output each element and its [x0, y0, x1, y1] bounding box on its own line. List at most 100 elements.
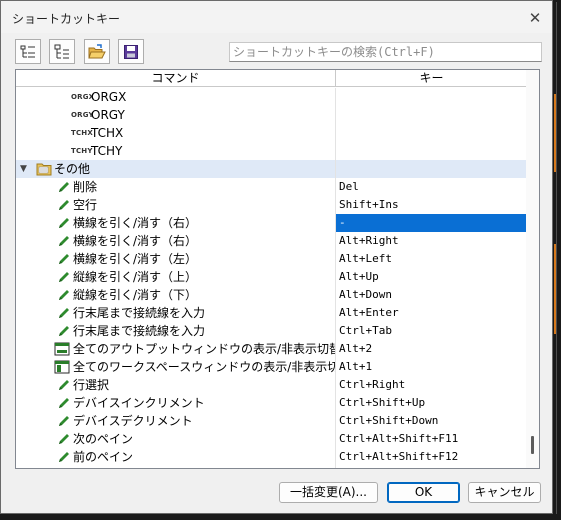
- key-cell[interactable]: Ctrl+Shift+Up: [336, 394, 527, 412]
- command-cell: 前のペイン: [16, 448, 336, 466]
- table-row[interactable]: デバイスインクリメント Ctrl+Shift+Up: [16, 394, 527, 412]
- table-row[interactable]: 削除 Del: [16, 178, 527, 196]
- search-input[interactable]: ショートカットキーの検索(Ctrl+F): [229, 42, 542, 62]
- key-cell[interactable]: Alt+Left: [336, 250, 527, 268]
- pencil-icon: [59, 272, 69, 282]
- pencil-icon: [59, 326, 69, 336]
- command-prefix-icon: TCHY: [71, 147, 93, 155]
- key-cell[interactable]: -: [336, 214, 527, 232]
- key-cell[interactable]: Del: [336, 178, 527, 196]
- command-cell: 行末尾まで接続線を入力: [16, 322, 336, 340]
- command-prefix-icon: TCHX: [71, 129, 93, 137]
- table-header: コマンド キー: [16, 70, 527, 87]
- expand-tree-icon: [20, 45, 35, 57]
- command-label: 縦線を引く/消す（上）: [73, 270, 198, 284]
- open-file-button[interactable]: [84, 39, 110, 64]
- group-row[interactable]: ▼ その他: [16, 160, 527, 178]
- collapse-tree-icon: [54, 44, 69, 58]
- table-row[interactable]: 縦線を引く/消す（上） Alt+Up: [16, 268, 527, 286]
- title-bar: ショートカットキー ✕: [1, 1, 552, 33]
- key-cell[interactable]: [336, 106, 527, 124]
- command-label: 全てのワークスペースウィンドウの表示/非表示切替: [73, 360, 336, 374]
- command-cell: 行末尾まで接続線を入力: [16, 304, 336, 322]
- command-label: 横線を引く/消す（右）: [73, 216, 198, 230]
- background-divider: [556, 2, 557, 514]
- key-cell[interactable]: Ctrl+Tab: [336, 322, 527, 340]
- key-cell[interactable]: Ctrl+Shift+Down: [336, 412, 527, 430]
- table-row[interactable]: 行末尾まで接続線を入力 Alt+Enter: [16, 304, 527, 322]
- table-row[interactable]: 横線を引く/消す（右） Alt+Right: [16, 232, 527, 250]
- save-button[interactable]: [118, 39, 144, 64]
- command-cell: 削除: [16, 178, 336, 196]
- command-cell: 空行: [16, 196, 336, 214]
- command-cell: TCHY TCHY: [16, 142, 336, 160]
- command-label: ウィンドウの切り替え: [73, 466, 193, 468]
- key-cell[interactable]: Alt+F6: [336, 466, 527, 468]
- key-cell[interactable]: Alt+1: [336, 358, 527, 376]
- table-row[interactable]: 横線を引く/消す（左） Alt+Left: [16, 250, 527, 268]
- cancel-button[interactable]: キャンセル: [468, 482, 541, 503]
- table-row[interactable]: 行選択 Ctrl+Right: [16, 376, 527, 394]
- table-row[interactable]: ORGX ORGX: [16, 88, 527, 106]
- table-row[interactable]: ORGY ORGY: [16, 106, 527, 124]
- command-label: 削除: [73, 180, 98, 194]
- key-cell[interactable]: Alt+Down: [336, 286, 527, 304]
- column-header-command[interactable]: コマンド: [16, 70, 336, 87]
- table-row[interactable]: 横線を引く/消す（右） -: [16, 214, 527, 232]
- command-label: 全てのアウトプットウィンドウの表示/非表示切替: [73, 342, 336, 356]
- shortcut-key-dialog: ショートカットキー ✕ ショートカットキーの検索(Ctrl+F) コマンド キー…: [0, 0, 553, 514]
- table-row[interactable]: 縦線を引く/消す（下） Alt+Down: [16, 286, 527, 304]
- table-row[interactable]: TCHY TCHY: [16, 142, 527, 160]
- bulk-change-button[interactable]: 一括変更(A)...: [279, 482, 378, 503]
- workspace-window-icon: [54, 360, 70, 374]
- command-label: 次のペイン: [73, 432, 134, 446]
- command-label: デバイスデクリメント: [73, 414, 193, 428]
- key-cell[interactable]: Ctrl+Right: [336, 376, 527, 394]
- key-cell[interactable]: [336, 124, 527, 142]
- key-cell[interactable]: Ctrl+Alt+Shift+F12: [336, 448, 527, 466]
- command-label: 行選択: [73, 378, 110, 392]
- pencil-icon: [59, 308, 69, 318]
- key-cell[interactable]: Alt+Right: [336, 232, 527, 250]
- command-label: TCHY: [91, 144, 123, 158]
- table-row[interactable]: 次のペイン Ctrl+Alt+Shift+F11: [16, 430, 527, 448]
- key-cell[interactable]: Ctrl+Alt+Shift+F11: [336, 430, 527, 448]
- key-cell[interactable]: [336, 88, 527, 106]
- key-cell[interactable]: [336, 160, 527, 178]
- collapse-all-button[interactable]: [49, 39, 75, 64]
- command-label: 前のペイン: [73, 450, 134, 464]
- command-cell: ウィンドウの切り替え: [16, 466, 336, 468]
- command-cell: 全てのアウトプットウィンドウの表示/非表示切替: [16, 340, 336, 358]
- folder-icon: [36, 163, 52, 176]
- scrollbar-thumb[interactable]: [531, 436, 534, 454]
- key-cell[interactable]: Shift+Ins: [336, 196, 527, 214]
- table-row[interactable]: 空行 Shift+Ins: [16, 196, 527, 214]
- table-row[interactable]: 行末尾まで接続線を入力 Ctrl+Tab: [16, 322, 527, 340]
- close-button[interactable]: ✕: [524, 7, 546, 29]
- table-row[interactable]: 全てのワークスペースウィンドウの表示/非表示切替 Alt+1: [16, 358, 527, 376]
- expand-all-button[interactable]: [15, 39, 41, 64]
- table-row[interactable]: TCHX TCHX: [16, 124, 527, 142]
- table-row[interactable]: デバイスデクリメント Ctrl+Shift+Down: [16, 412, 527, 430]
- key-cell[interactable]: Alt+Up: [336, 268, 527, 286]
- command-label: ORGY: [91, 108, 125, 122]
- key-cell[interactable]: [336, 142, 527, 160]
- group-label: その他: [54, 162, 91, 176]
- pencil-icon: [59, 434, 69, 444]
- ok-button[interactable]: OK: [387, 482, 460, 503]
- save-disk-icon: [124, 44, 138, 59]
- open-folder-icon: [88, 43, 106, 58]
- table-row[interactable]: 全てのアウトプットウィンドウの表示/非表示切替 Alt+2: [16, 340, 527, 358]
- key-cell[interactable]: Alt+Enter: [336, 304, 527, 322]
- table-row[interactable]: ウィンドウの切り替え Alt+F6: [16, 466, 527, 468]
- column-header-key[interactable]: キー: [336, 70, 527, 87]
- vertical-scrollbar[interactable]: [526, 70, 539, 468]
- collapse-triangle-icon[interactable]: ▼: [20, 160, 27, 178]
- table-row[interactable]: 前のペイン Ctrl+Alt+Shift+F12: [16, 448, 527, 466]
- background-highlight: [554, 94, 556, 172]
- pencil-icon: [59, 380, 69, 390]
- key-cell[interactable]: Alt+2: [336, 340, 527, 358]
- command-label: 縦線を引く/消す（下）: [73, 288, 198, 302]
- table-body: ORGX ORGX ORGY ORGY TCHX TCHX TCHY TCHY ▼ その他 削除 De…: [16, 88, 527, 468]
- command-cell: 全てのワークスペースウィンドウの表示/非表示切替: [16, 358, 336, 376]
